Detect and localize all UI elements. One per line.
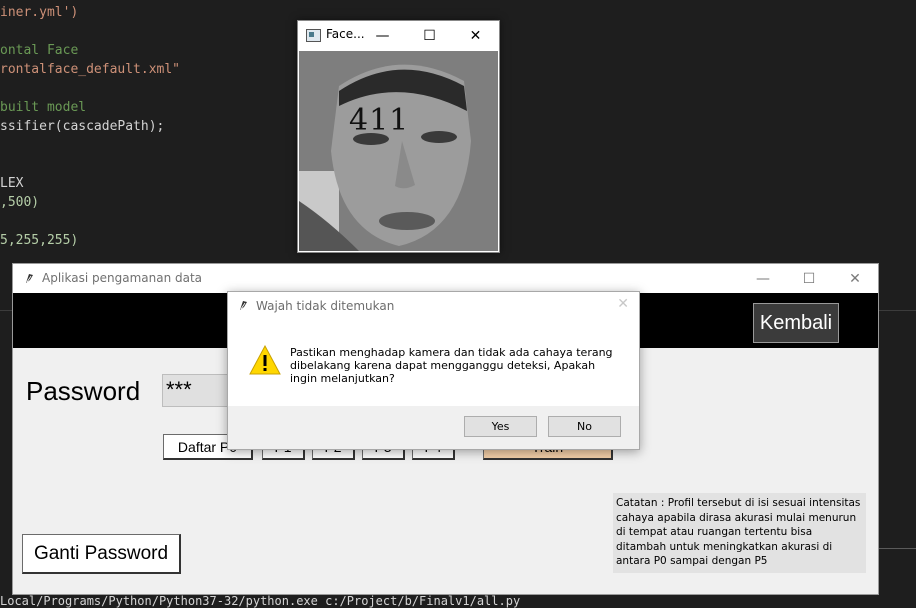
face-window: Face... — ☐ ✕ 411	[297, 20, 500, 253]
close-icon[interactable]: ✕	[617, 296, 629, 312]
maximize-icon[interactable]: ☐	[407, 21, 452, 50]
password-label: Password	[26, 376, 141, 406]
terminal-line	[876, 548, 916, 549]
warning-icon	[249, 345, 281, 375]
code-line: built model	[0, 100, 87, 115]
feather-icon	[240, 301, 247, 310]
dialog-message: Pastikan menghadap kamera dan tidak ada …	[290, 346, 613, 385]
face-window-titlebar[interactable]: Face... — ☐ ✕	[298, 21, 499, 50]
yes-button[interactable]: Yes	[464, 416, 537, 437]
feather-icon	[26, 274, 33, 283]
close-icon[interactable]: ✕	[832, 264, 878, 293]
warning-dialog: Wajah tidak ditemukan ✕ Pastikan menghad…	[227, 291, 640, 450]
face-photo	[299, 51, 498, 251]
dialog-footer: Yes No	[228, 406, 639, 449]
code-line: LEX	[0, 176, 24, 191]
dialog-titlebar[interactable]: Wajah tidak ditemukan ✕	[228, 292, 639, 320]
code-line: rontalface_default.xml"	[0, 62, 181, 77]
code-line: iner.yml')	[0, 5, 79, 20]
dialog-title: Wajah tidak ditemukan	[256, 299, 395, 313]
code-line: ,500)	[0, 195, 40, 210]
app-title: Aplikasi pengamanan data	[42, 271, 203, 285]
code-line: ssifier(cascadePath);	[0, 119, 165, 134]
minimize-icon[interactable]: —	[360, 21, 405, 50]
face-window-title: Face...	[326, 27, 365, 41]
face-id-label: 411	[349, 103, 410, 138]
app-titlebar[interactable]: Aplikasi pengamanan data — ☐ ✕	[13, 264, 878, 293]
maximize-icon[interactable]: ☐	[786, 264, 832, 293]
no-button[interactable]: No	[548, 416, 621, 437]
window-app-icon	[306, 29, 321, 42]
code-line: 5,255,255)	[0, 233, 79, 248]
change-password-button[interactable]: Ganti Password	[22, 534, 181, 574]
code-line: ontal Face	[0, 43, 79, 58]
note-text: Catatan : Profil tersebut di isi sesuai …	[613, 493, 866, 573]
back-button[interactable]: Kembali	[753, 303, 839, 343]
minimize-icon[interactable]: —	[740, 264, 786, 293]
close-icon[interactable]: ✕	[453, 21, 498, 50]
camera-frame: 411	[299, 51, 498, 251]
